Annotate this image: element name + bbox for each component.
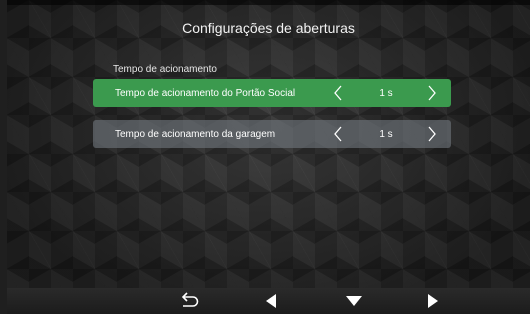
- row-label: Tempo de acionamento do Portão Social: [115, 87, 296, 99]
- row-label: Tempo de acionamento da garagem: [115, 128, 276, 140]
- triangle-down-icon[interactable]: [343, 291, 365, 311]
- row-value: 1 s: [379, 128, 393, 140]
- row-garagem[interactable]: Tempo de acionamento da garagem 1 s: [93, 120, 451, 148]
- row-value: 1 s: [379, 87, 393, 99]
- chevron-right-icon[interactable]: [421, 124, 441, 144]
- top-strip: [7, 0, 530, 5]
- page-title: Configurações de aberturas: [182, 20, 355, 36]
- triangle-left-icon[interactable]: [261, 291, 283, 311]
- settings-screen: Configurações de aberturas Tempo de acio…: [7, 0, 530, 314]
- chevron-left-icon[interactable]: [329, 124, 349, 144]
- return-arrow-icon[interactable]: [178, 291, 200, 311]
- bottom-nav-bar: [7, 288, 530, 314]
- section-label: Tempo de acionamento: [113, 64, 217, 75]
- chevron-left-icon[interactable]: [329, 83, 349, 103]
- chevron-right-icon[interactable]: [421, 83, 441, 103]
- row-portao-social[interactable]: Tempo de acionamento do Portão Social 1 …: [93, 79, 451, 107]
- triangle-right-icon[interactable]: [421, 291, 443, 311]
